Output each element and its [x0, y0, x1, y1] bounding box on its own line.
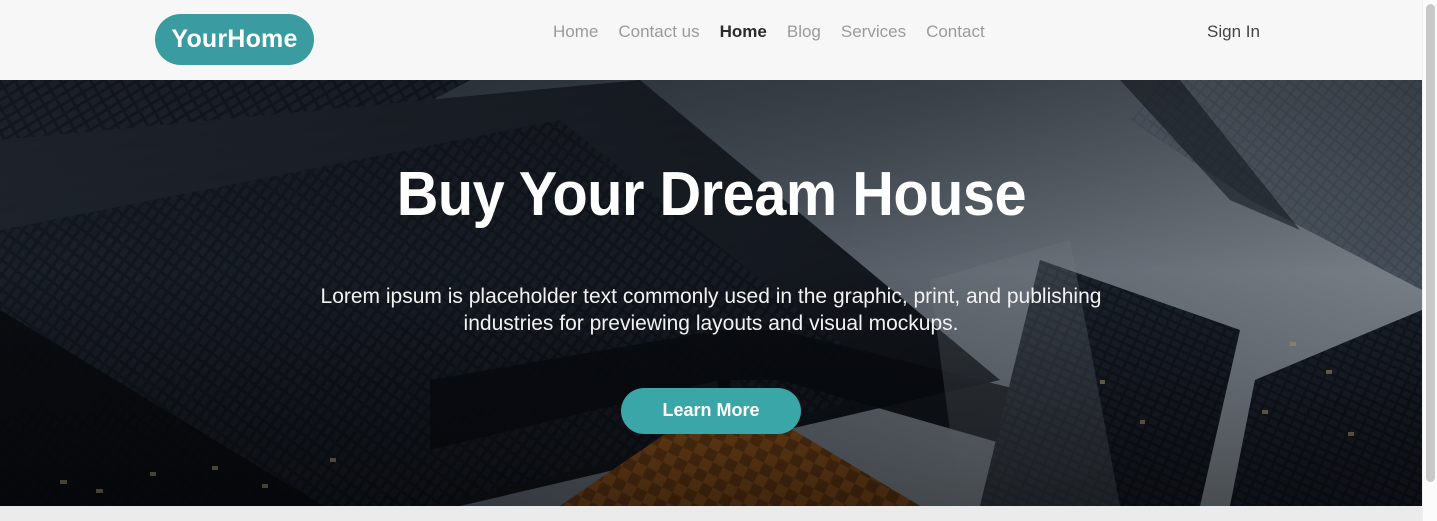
vertical-scroll-thumb[interactable] [1426, 4, 1435, 482]
page-viewport: YourHome Home Contact us Home Blog Servi… [0, 0, 1422, 521]
hero-subtitle: Lorem ipsum is placeholder text commonly… [320, 284, 1102, 335]
hero-content: Buy Your Dream House Lorem ipsum is plac… [0, 80, 1422, 506]
site-logo[interactable]: YourHome [155, 14, 314, 65]
nav-item-services[interactable]: Services [831, 20, 916, 44]
nav-item-contact-us[interactable]: Contact us [608, 20, 709, 44]
hero-section: Buy Your Dream House Lorem ipsum is plac… [0, 80, 1422, 506]
sign-in-link[interactable]: Sign In [1207, 20, 1260, 44]
browser-page: YourHome Home Contact us Home Blog Servi… [0, 0, 1437, 521]
learn-more-button[interactable]: Learn More [621, 387, 801, 434]
site-header: YourHome Home Contact us Home Blog Servi… [0, 0, 1422, 80]
vertical-scrollbar[interactable] [1422, 0, 1437, 521]
nav-item-contact[interactable]: Contact [916, 20, 995, 44]
site-logo-label: YourHome [171, 25, 298, 53]
nav-item-blog[interactable]: Blog [777, 20, 831, 44]
below-hero-strip [0, 506, 1422, 521]
hero-title: Buy Your Dream House [396, 160, 1026, 229]
nav-item-home-active[interactable]: Home [710, 20, 777, 44]
nav-item-home-1[interactable]: Home [543, 20, 608, 44]
main-navigation: Home Contact us Home Blog Services Conta… [543, 20, 995, 44]
